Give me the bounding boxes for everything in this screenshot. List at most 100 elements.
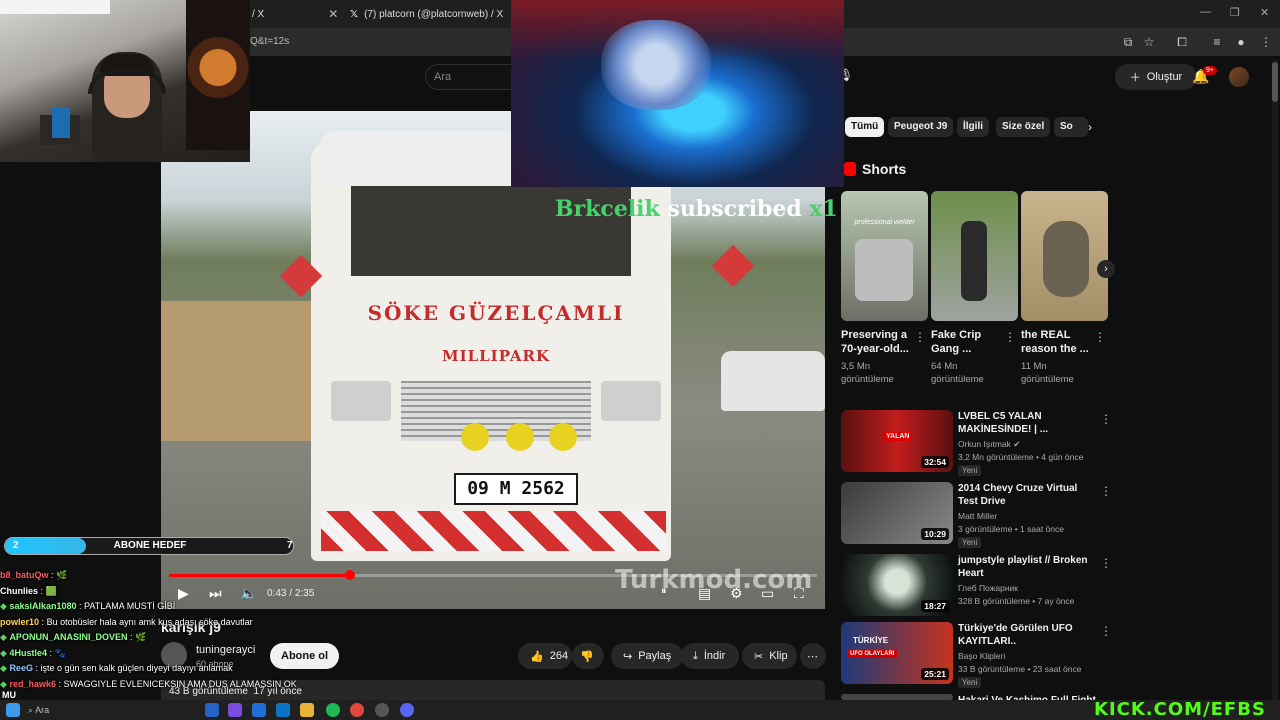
create-label: Oluştur (1146, 71, 1183, 83)
duration-badge: 32:54 (921, 456, 949, 468)
extensions-icon[interactable]: ⧠ (1174, 34, 1190, 50)
chat-footer-text: MU (2, 690, 16, 700)
x-logo-icon: 𝕏 (350, 8, 359, 20)
duration-badge: 10:29 (921, 528, 949, 540)
cast-icon[interactable]: ⧉ (1120, 34, 1136, 50)
obs-icon[interactable] (375, 703, 389, 717)
file-explorer-icon[interactable] (300, 703, 314, 717)
chat-message: ◆ red_hawk6 : SWAGGIYLE EVLENICEKSIN AMA… (0, 677, 300, 693)
fog-lamp (461, 423, 489, 451)
copilot-icon[interactable] (228, 703, 242, 717)
chevron-right-icon[interactable]: › (1088, 120, 1092, 134)
video-meta: 328 B görüntüleme • 7 ay önce (958, 596, 1075, 606)
theater-mode-icon[interactable]: ▭ (761, 585, 774, 602)
video-title[interactable]: 2014 Chevy Cruze Virtual Test Drive (958, 482, 1098, 508)
kebab-menu-icon[interactable]: ⋮ (1004, 330, 1016, 344)
start-button-icon[interactable] (6, 703, 20, 717)
kebab-menu-icon[interactable]: ⋮ (1100, 484, 1112, 498)
video-thumbnail[interactable]: 10:29 (841, 482, 953, 544)
download-button[interactable]: ⤓ İndir (681, 643, 739, 669)
chat-message: powler10 : Bu otobüsler hala aynı amk ku… (0, 615, 300, 631)
kebab-menu-icon[interactable]: ⋮ (914, 330, 926, 344)
store-icon[interactable] (252, 703, 266, 717)
account-avatar[interactable] (1229, 67, 1249, 87)
url-field[interactable]: Q&t=12s (250, 36, 289, 47)
short-thumbnail[interactable] (931, 191, 1018, 321)
emote-icon: 🌿 (135, 632, 147, 642)
more-horizontal-icon: ⋯ (807, 650, 818, 663)
video-thumbnail[interactable]: 18:27 (841, 554, 953, 616)
close-icon[interactable]: ✕ (328, 7, 338, 21)
alert-text: subscribed (667, 196, 802, 222)
clip-button[interactable]: ✂ Klip (742, 643, 797, 669)
chip-peugeot-j9[interactable]: Peugeot J9 (888, 117, 954, 137)
thumb-figure (961, 221, 987, 301)
video-channel[interactable]: Başo Klipleri (958, 650, 1108, 663)
short-title[interactable]: Fake Crip Gang ... (931, 328, 1001, 356)
fullscreen-icon[interactable]: ⛶ (794, 585, 804, 602)
chip-related[interactable]: İlgili (957, 117, 989, 137)
taskbar-search[interactable]: ⌕ Ara (28, 702, 188, 718)
video-meta: 33 B görüntüleme • 23 saat önce (958, 664, 1082, 674)
duration-badge: 25:21 (921, 668, 949, 680)
dislike-button[interactable]: 👎 (572, 643, 604, 669)
chip-for-you[interactable]: Size özel (996, 117, 1051, 137)
kebab-menu-icon[interactable]: ⋮ (1258, 34, 1274, 50)
bookmark-star-icon[interactable]: ☆ (1141, 34, 1157, 50)
video-thumbnail[interactable]: TÜRKİYE UFO OLAYLARI 25:21 (841, 622, 953, 684)
video-title[interactable]: LVBEL C5 YALAN MAKİNESİNDE! | ... (958, 410, 1098, 436)
chat-user: b8_batuQw (0, 570, 49, 580)
chat-text: işte o gün sen kalk güçlen diyeyi dayıyı… (40, 663, 233, 673)
kebab-menu-icon[interactable]: ⋮ (1100, 412, 1112, 426)
create-button[interactable]: ＋ Oluştur (1115, 64, 1197, 90)
kebab-menu-icon[interactable]: ⋮ (1100, 556, 1112, 570)
thumb-title: TÜRKİYE (853, 636, 889, 645)
chip-all[interactable]: Tümü (845, 117, 885, 137)
video-title[interactable]: Türkiye'de Görülen UFO KAYITLARI.. (958, 622, 1098, 648)
truck-lettering-bottom: MILLIPARK (441, 347, 551, 365)
taskbar-search-label: Ara (35, 705, 50, 715)
short-thumbnail[interactable]: professional welder (841, 191, 928, 321)
browser-tab-platcorn[interactable]: 𝕏 (7) platcorn (@platcornweb) / X ✕ (350, 0, 523, 28)
close-window-icon[interactable]: ✕ (1260, 6, 1269, 19)
kebab-menu-icon[interactable]: ⋮ (1094, 330, 1106, 344)
maximize-icon[interactable]: ❐ (1230, 6, 1240, 19)
search-input[interactable]: Ara (425, 64, 515, 90)
settings-gear-icon[interactable]: ⚙ (730, 585, 743, 602)
like-button[interactable]: 👍 264 (518, 643, 572, 669)
video-thumbnail[interactable]: YALAN 32:54 (841, 410, 953, 472)
shorts-logo-icon (844, 162, 856, 176)
share-button[interactable]: ↪ Paylaş (611, 643, 683, 669)
chrome-icon[interactable] (350, 703, 364, 717)
kebab-menu-icon[interactable]: ⋮ (1100, 624, 1112, 638)
edge-icon[interactable] (205, 703, 219, 717)
chip-more[interactable]: So (1054, 117, 1088, 137)
minimize-icon[interactable]: — (1200, 6, 1211, 18)
autoplay-toggle[interactable]: ⏸ (661, 585, 667, 598)
video-title[interactable]: jumpstyle playlist // Broken Heart (958, 554, 1098, 580)
short-title[interactable]: the REAL reason the ... (1021, 328, 1091, 356)
more-actions-button[interactable]: ⋯ (800, 643, 826, 669)
discord-icon[interactable] (400, 703, 414, 717)
subtitles-icon[interactable]: ▤ (698, 585, 711, 602)
short-title[interactable]: Preserving a 70-year-old... (841, 328, 911, 356)
video-channel[interactable]: Глеб Пожарник (958, 582, 1108, 595)
parked-car (721, 351, 825, 411)
reading-list-icon[interactable]: ≡ (1209, 34, 1225, 50)
search-icon: ⌕ (28, 705, 34, 715)
share-label: Paylaş (638, 650, 672, 662)
badge-icon: ◆ (0, 647, 7, 658)
video-channel[interactable]: Matt Miller (958, 510, 1108, 523)
shorts-next-button[interactable]: › (1097, 260, 1115, 278)
video-channel[interactable]: Orkun Işıtmak ✔ (958, 438, 1108, 451)
short-thumbnail[interactable] (1021, 191, 1108, 321)
thumbs-down-icon: 👎 (580, 650, 594, 663)
fog-lamp (506, 423, 534, 451)
browser-tab-x-1[interactable]: / X ✕ (252, 0, 338, 28)
outlook-icon[interactable] (276, 703, 290, 717)
profile-icon[interactable]: ● (1233, 34, 1249, 50)
chat-message: ◆ saksiAlkan1080 : PATLAMA MUSTİ GİBİ (0, 599, 300, 615)
spotify-icon[interactable] (326, 703, 340, 717)
scrollbar-track[interactable] (1272, 60, 1278, 700)
scrollbar-thumb[interactable] (1272, 62, 1278, 102)
